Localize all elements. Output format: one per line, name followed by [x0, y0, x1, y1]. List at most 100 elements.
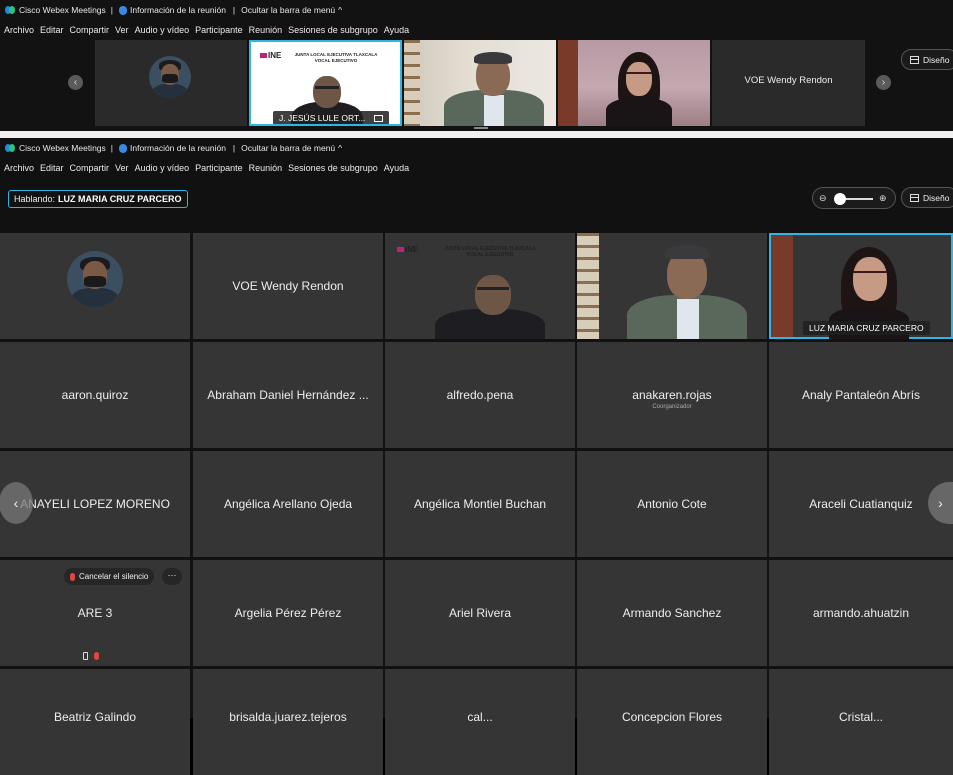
resize-handle[interactable]: [474, 127, 488, 129]
caret-up-icon: ^: [338, 143, 343, 153]
role-label: Coorganizador: [652, 404, 692, 410]
grid-tile-avatar[interactable]: [0, 233, 190, 339]
meeting-info-button[interactable]: Información de la reunión |: [119, 5, 235, 15]
grid-tile[interactable]: Antonio Cote: [577, 451, 767, 557]
grid-tile[interactable]: Ariel Rivera: [385, 560, 575, 666]
grid-prev-button[interactable]: ‹: [0, 482, 33, 524]
menu-archivo[interactable]: Archivo: [4, 25, 34, 35]
grid-tile[interactable]: Concepcion Flores: [577, 669, 767, 775]
grid-tile[interactable]: Cristal...: [769, 669, 953, 775]
layout-button[interactable]: Diseño: [901, 49, 953, 70]
menu-ver[interactable]: Ver: [115, 163, 129, 173]
title-bar: Cisco Webex Meetings | Información de la…: [0, 0, 953, 20]
grid-tile[interactable]: Analy Pantaleón Abrís: [769, 342, 953, 448]
microphone-muted-icon: [70, 572, 75, 581]
menu-compartir[interactable]: Compartir: [70, 25, 110, 35]
strip-prev-button[interactable]: ‹: [68, 75, 83, 90]
grid-tile-video[interactable]: [577, 233, 767, 339]
layout-icon: [910, 193, 919, 202]
strip-next-button[interactable]: ›: [876, 75, 891, 90]
grid-tile-slide[interactable]: INE JUNTA LOCAL EJECUTIVA TLAXCALA VOCAL…: [385, 233, 575, 339]
participant-name: Beatriz Galindo: [53, 710, 137, 724]
slide-title: JUNTA LOCAL EJECUTIVA TLAXCALA VOCAL EJE…: [444, 246, 536, 258]
participant-name: Argelia Pérez Pérez: [234, 606, 342, 620]
caret-up-icon: ^: [338, 5, 343, 15]
participant-name: ARE 3: [77, 606, 113, 620]
menu-reunion[interactable]: Reunión: [249, 163, 283, 173]
grid-tile[interactable]: Cancelar el silencio ··· ARE 3: [0, 560, 190, 666]
menu-ver[interactable]: Ver: [115, 25, 129, 35]
shield-info-icon: [119, 5, 127, 15]
participant-label: J. JESÚS LULE ORT...: [273, 111, 389, 124]
menu-bar: Archivo Editar Compartir Ver Audio y víd…: [0, 159, 953, 177]
grid-tile[interactable]: anakaren.rojas Coorganizador: [577, 342, 767, 448]
layout-button[interactable]: Diseño: [901, 187, 953, 208]
layout-icon: [910, 55, 919, 64]
menu-participante[interactable]: Participante: [195, 163, 243, 173]
participant-name: anakaren.rojas: [632, 388, 712, 402]
menu-archivo[interactable]: Archivo: [4, 163, 34, 173]
unmute-button[interactable]: Cancelar el silencio: [64, 568, 155, 585]
grid-tile-video-speaking[interactable]: LUZ MARIA CRUZ PARCERO: [769, 233, 953, 339]
zoom-in-icon[interactable]: ⊕: [879, 193, 887, 204]
menu-sesiones[interactable]: Sesiones de subgrupo: [288, 25, 378, 35]
strip-tile-avatar[interactable]: [95, 40, 247, 126]
menu-ayuda[interactable]: Ayuda: [384, 163, 409, 173]
shield-info-icon: [119, 143, 127, 153]
share-icon: [373, 115, 383, 123]
grid-tile[interactable]: armando.ahuatzin: [769, 560, 953, 666]
participant-name: Ariel Rivera: [448, 606, 511, 620]
zoom-slider[interactable]: ⊖ ⊕: [812, 187, 896, 209]
hide-menu-button[interactable]: Ocultar la barra de menú ^: [241, 5, 342, 15]
grid-tile[interactable]: brisalda.juarez.tejeros: [193, 669, 383, 775]
participant-name: alfredo.pena: [446, 388, 514, 402]
menu-editar[interactable]: Editar: [40, 163, 64, 173]
grid-tile[interactable]: Argelia Pérez Pérez: [193, 560, 383, 666]
strip-tile-slide[interactable]: INE JUNTA LOCAL EJECUTIVA TLAXCALA VOCAL…: [249, 40, 402, 126]
menu-bar: Archivo Editar Compartir Ver Audio y víd…: [0, 21, 953, 39]
participant-name: Angélica Arellano Ojeda: [223, 497, 353, 511]
avatar: [149, 56, 191, 98]
title-bar: Cisco Webex Meetings | Información de la…: [0, 138, 953, 158]
active-speaker-indicator: Hablando: LUZ MARIA CRUZ PARCERO: [8, 190, 188, 208]
grid-tile[interactable]: Angélica Montiel Buchan: [385, 451, 575, 557]
strip-tile-video-2[interactable]: [558, 40, 710, 126]
zoom-out-icon[interactable]: ⊖: [819, 193, 827, 204]
menu-sesiones[interactable]: Sesiones de subgrupo: [288, 163, 378, 173]
grid-tile[interactable]: Angélica Arellano Ojeda: [193, 451, 383, 557]
menu-ayuda[interactable]: Ayuda: [384, 25, 409, 35]
participant-name: Concepcion Flores: [621, 710, 723, 724]
strip-tile-video-1[interactable]: [404, 40, 556, 126]
menu-audio-video[interactable]: Audio y vídeo: [135, 25, 190, 35]
grid-tile[interactable]: Araceli Cuatianquiz: [769, 451, 953, 557]
participant-name: aaron.quiroz: [61, 388, 129, 402]
hide-menu-button[interactable]: Ocultar la barra de menú ^: [241, 143, 342, 153]
menu-compartir[interactable]: Compartir: [70, 163, 110, 173]
chevron-left-icon: ‹: [13, 495, 19, 511]
participant-label: LUZ MARIA CRUZ PARCERO: [803, 321, 930, 335]
strip-tile-name[interactable]: VOE Wendy Rendon: [712, 40, 865, 126]
menu-audio-video[interactable]: Audio y vídeo: [135, 163, 190, 173]
grid-tile[interactable]: VOE Wendy Rendon: [193, 233, 383, 339]
grid-tile[interactable]: alfredo.pena: [385, 342, 575, 448]
grid-tile[interactable]: aaron.quiroz: [0, 342, 190, 448]
meeting-info-button[interactable]: Información de la reunión |: [119, 143, 235, 153]
participant-name: Abraham Daniel Hernández ...: [207, 388, 369, 402]
grid-tile[interactable]: cal...: [385, 669, 575, 775]
grid-tile[interactable]: Armando Sanchez: [577, 560, 767, 666]
window-separator: [0, 131, 953, 138]
menu-reunion[interactable]: Reunión: [249, 25, 283, 35]
participant-name: Antonio Cote: [637, 497, 707, 511]
webex-logo-icon: [5, 6, 15, 14]
menu-editar[interactable]: Editar: [40, 25, 64, 35]
more-options-button[interactable]: ···: [162, 568, 182, 585]
app-title: Cisco Webex Meetings |: [5, 5, 113, 15]
participant-name: Analy Pantaleón Abrís: [801, 388, 921, 402]
chevron-left-icon: ‹: [73, 76, 78, 88]
ine-logo: INE: [397, 245, 418, 254]
grid-tile[interactable]: Abraham Daniel Hernández ...: [193, 342, 383, 448]
zoom-slider-handle[interactable]: [834, 193, 846, 205]
app-title: Cisco Webex Meetings |: [5, 143, 113, 153]
menu-participante[interactable]: Participante: [195, 25, 243, 35]
grid-tile[interactable]: Beatriz Galindo: [0, 669, 190, 775]
